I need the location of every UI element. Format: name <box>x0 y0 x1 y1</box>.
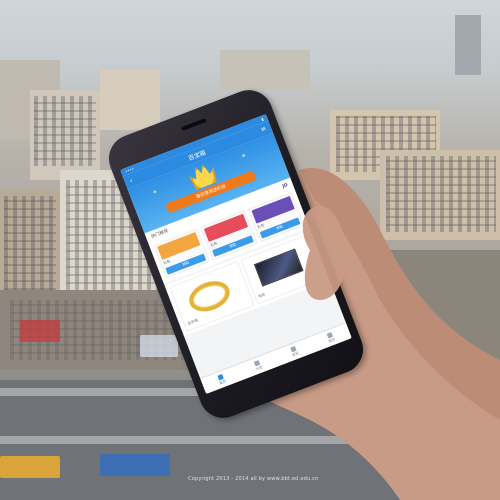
thumb <box>302 205 347 300</box>
